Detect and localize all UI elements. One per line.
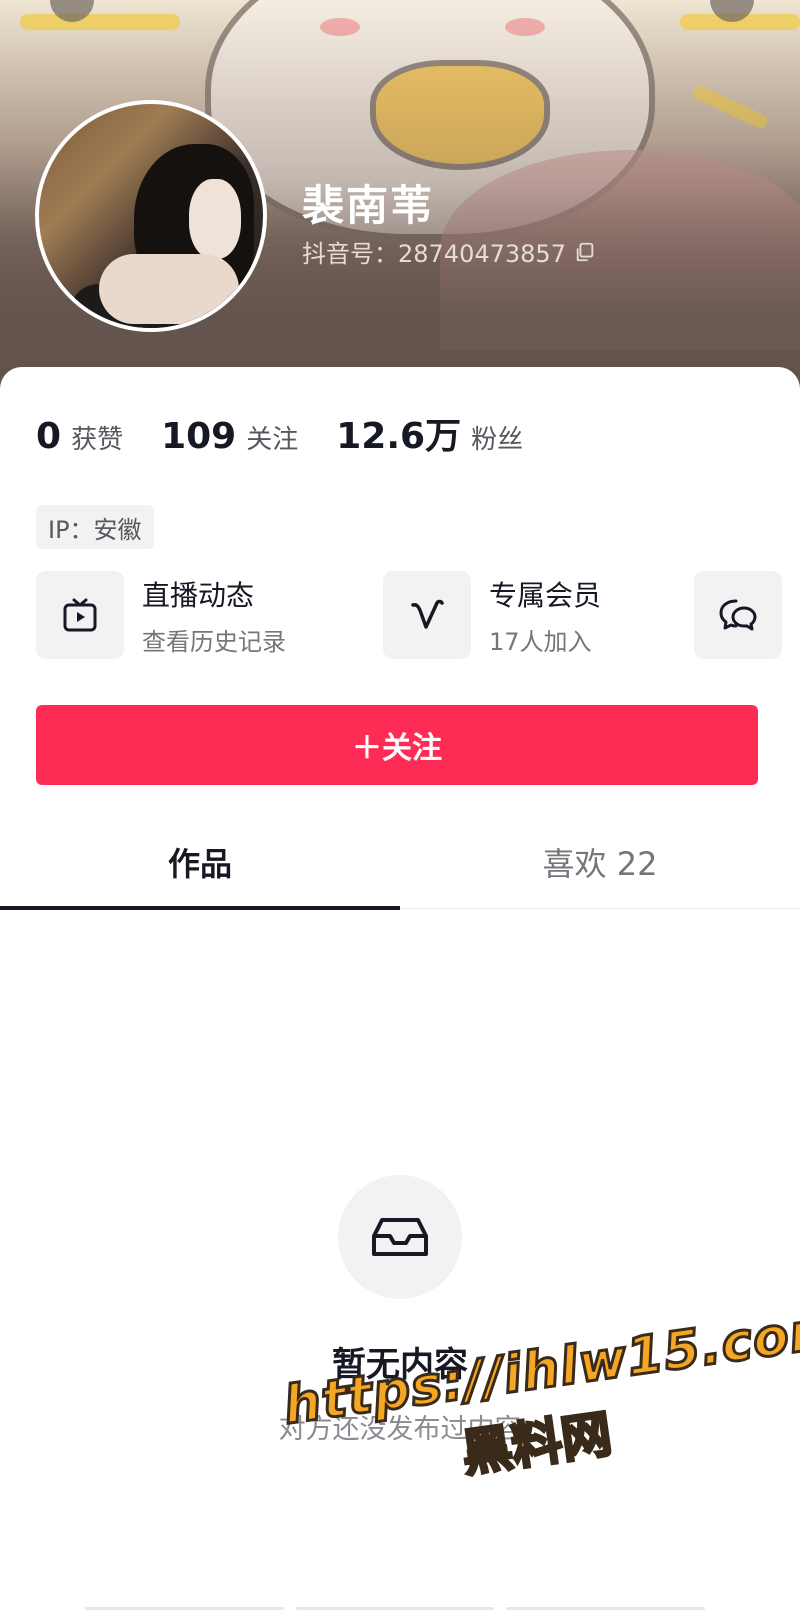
tab-works[interactable]: 作品 — [0, 815, 400, 909]
ip-location-tag: IP：安徽 — [36, 505, 154, 549]
bottom-divider-segment — [85, 1607, 284, 1610]
avatar-figure — [99, 254, 239, 324]
stat-number: 12.6万 — [336, 416, 462, 457]
stat-number: 109 — [161, 416, 237, 457]
stats-row: 0 获赞 109 关注 12.6万 粉丝 — [36, 407, 561, 459]
douyin-id[interactable]: 抖音号：28740473857 — [302, 234, 596, 269]
feature-icon-box — [36, 571, 124, 659]
feature-title: 直播动态 — [142, 578, 255, 612]
chat-icon — [719, 599, 757, 631]
inbox-icon — [372, 1218, 428, 1256]
feature-live-history[interactable]: 直播动态 查看历史记录 — [36, 571, 286, 659]
stat-likes[interactable]: 0 获赞 — [36, 416, 123, 457]
stat-following[interactable]: 109 关注 — [161, 416, 298, 457]
tv-icon — [63, 598, 97, 632]
stat-label: 获赞 — [71, 425, 124, 455]
profile-card: 0 获赞 109 关注 12.6万 粉丝 IP：安徽 直播动态 查看历史记录 专… — [0, 367, 800, 1617]
profile-page: 裴南苇 抖音号：28740473857 0 获赞 109 关注 12.6万 粉丝… — [0, 0, 800, 1617]
feature-text: 专属会员 17人加入 — [489, 574, 601, 657]
feature-subtitle: 查看历史记录 — [142, 627, 286, 656]
follow-button[interactable]: ＋关注 — [36, 705, 758, 785]
watermark: https://ihlw15.com 黑料网 — [279, 1297, 800, 1509]
copy-icon[interactable] — [574, 241, 596, 263]
feature-icon-box — [694, 571, 782, 659]
content-tabs: 作品 喜欢 22 — [0, 815, 800, 910]
feature-subtitle: 17人加入 — [489, 627, 592, 656]
empty-state-icon — [338, 1175, 462, 1299]
douyin-id-text: 抖音号：28740473857 — [302, 240, 566, 268]
feature-text: 直播动态 查看历史记录 — [142, 574, 286, 657]
active-tab-indicator — [0, 906, 400, 910]
feature-membership[interactable]: 专属会员 17人加入 — [383, 571, 601, 659]
bottom-divider — [85, 1607, 706, 1617]
stat-label: 关注 — [246, 425, 299, 455]
stat-followers[interactable]: 12.6万 粉丝 — [336, 407, 523, 459]
stat-label: 粉丝 — [471, 425, 524, 455]
bottom-divider-segment — [295, 1607, 495, 1610]
nickname: 裴南苇 — [302, 181, 435, 230]
tab-likes[interactable]: 喜欢 22 — [400, 815, 800, 909]
feature-title: 专属会员 — [489, 578, 602, 612]
avatar-figure — [189, 179, 241, 259]
avatar[interactable] — [35, 100, 267, 332]
v-icon — [411, 599, 444, 629]
stat-number: 0 — [36, 416, 62, 457]
bottom-divider-segment — [506, 1607, 706, 1610]
feature-group-chat[interactable] — [694, 571, 782, 659]
feature-icon-box — [383, 571, 471, 659]
